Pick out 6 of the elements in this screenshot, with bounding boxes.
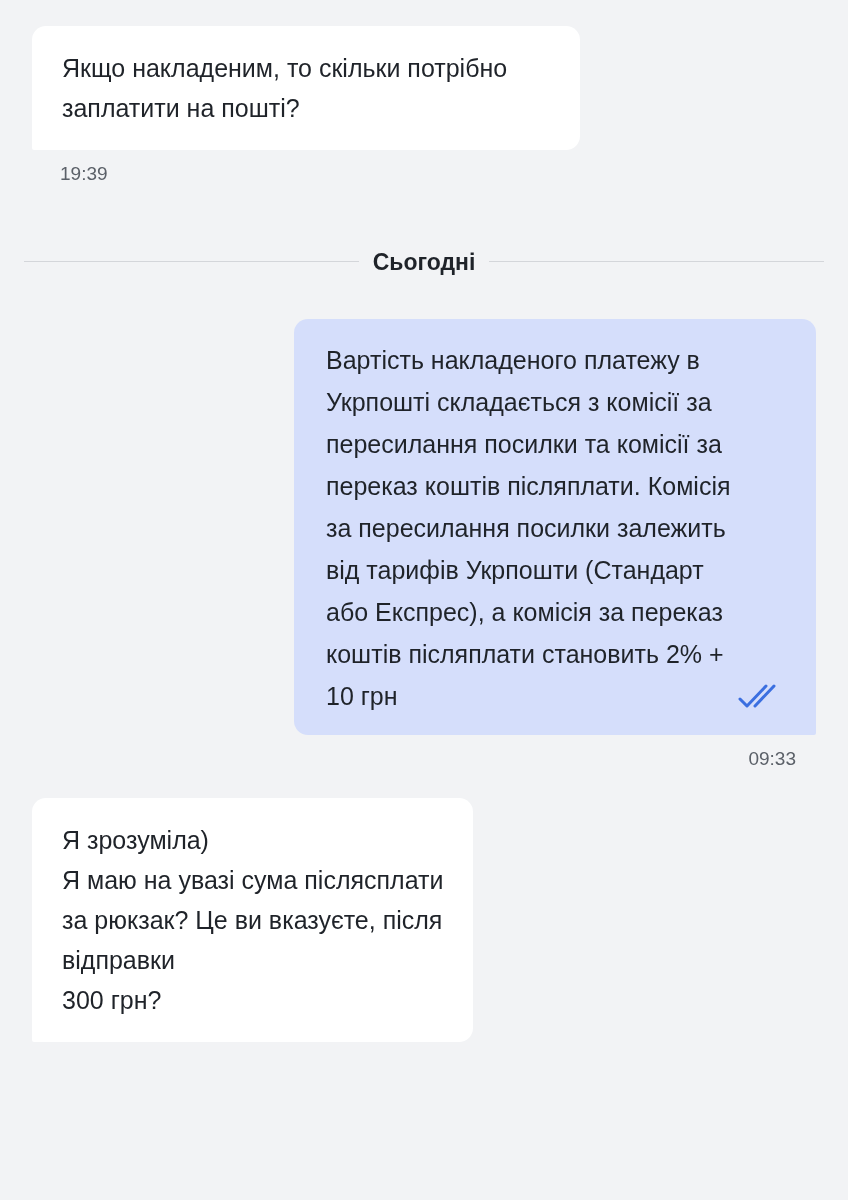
- message-bubble: Якщо накладеним, то скільки потрібно заплатити на пошті?: [32, 26, 580, 150]
- message-bubble: Я зрозуміла) Я маю на увазі сума післясплати за рюкзак? Це ви вказуєте, після відправки 300 грн?: [32, 797, 474, 1042]
- message-time: 19:39: [60, 162, 108, 186]
- message-text: Вартість накладеного платежу в Укрпошті складається з комісії за пересилання посилки та комісії за переказ коштів післяплати. Комісія за пересилання посилки залежить від тарифів Укрпошти (Стандарт або Експрес), а комісія за переказ коштів післяплати становить 2% + 10 грн: [326, 345, 732, 712]
- date-divider: Сьогодні: [372, 247, 476, 277]
- message-time: 09:33: [748, 747, 796, 771]
